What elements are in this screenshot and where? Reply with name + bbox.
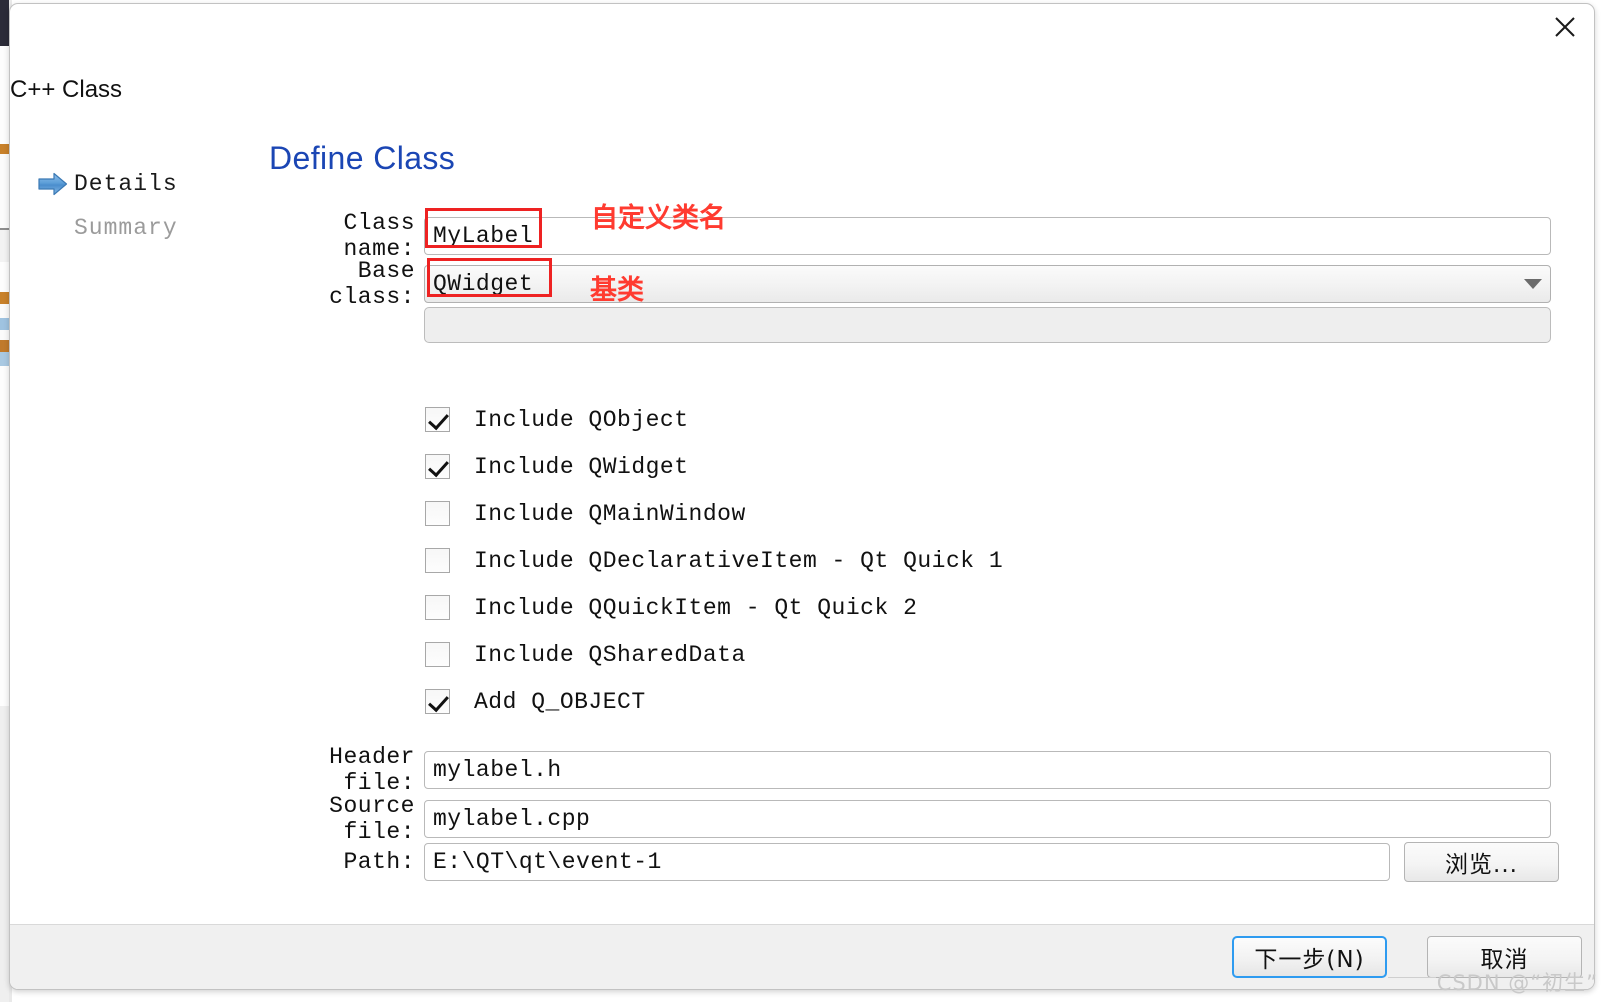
extra-disabled-field <box>424 307 1551 343</box>
checkbox-include-qshareddata[interactable] <box>425 642 450 667</box>
source-file-input[interactable]: mylabel.cpp <box>424 800 1551 838</box>
checkbox-row[interactable]: Add Q_OBJECT <box>425 678 1003 725</box>
bg-chip <box>0 228 9 266</box>
checkbox-include-qquickitem[interactable] <box>425 595 450 620</box>
checkbox-row[interactable]: Include QObject <box>425 396 1003 443</box>
include-options-group: Include QObject Include QWidget Include … <box>425 396 1003 725</box>
bg-chip <box>0 154 9 228</box>
nav-item-label: Details <box>74 171 178 197</box>
bg-chip <box>0 144 9 154</box>
checkbox-row[interactable]: Include QQuickItem - Qt Quick 2 <box>425 584 1003 631</box>
checkbox-include-qwidget[interactable] <box>425 454 450 479</box>
close-button[interactable] <box>1542 6 1588 48</box>
blue-right-arrow-icon <box>38 171 74 197</box>
bg-chip <box>0 330 9 340</box>
checkbox-row[interactable]: Include QDeclarativeItem - Qt Quick 1 <box>425 537 1003 584</box>
bg-chip <box>0 0 9 46</box>
path-label: Path: <box>343 849 415 875</box>
checkbox-row[interactable]: Include QMainWindow <box>425 490 1003 537</box>
checkbox-include-qdeclarativeitem[interactable] <box>425 548 450 573</box>
source-file-label: Source file: <box>329 793 415 845</box>
checkbox-include-qmainwindow[interactable] <box>425 501 450 526</box>
bg-chip <box>0 352 9 366</box>
base-class-label: Base class: <box>329 258 415 310</box>
close-icon <box>1553 15 1577 39</box>
header-file-input[interactable]: mylabel.h <box>424 751 1551 789</box>
next-button[interactable]: 下一步(N) <box>1232 936 1387 978</box>
checkbox-label: Include QMainWindow <box>474 500 746 527</box>
wizard-title: C++ Class <box>10 76 123 103</box>
checkbox-label: Include QQuickItem - Qt Quick 2 <box>474 594 918 621</box>
class-name-row: Class name: MyLabel <box>269 210 1551 262</box>
source-file-row: Source file: mylabel.cpp <box>269 793 1551 845</box>
header-file-label: Header file: <box>329 744 415 796</box>
bg-chip <box>0 706 9 1002</box>
annotation-base-class-note: 基类 <box>590 275 644 306</box>
checkbox-include-qobject[interactable] <box>425 407 450 432</box>
nav-item-summary[interactable]: Summary <box>38 208 238 248</box>
browse-button[interactable]: 浏览... <box>1404 842 1559 882</box>
path-input[interactable]: E:\QT\qt\event-1 <box>424 843 1390 881</box>
checkbox-label: Add Q_OBJECT <box>474 688 646 715</box>
bg-chip <box>0 46 9 144</box>
wizard-nav: Details Summary <box>38 164 238 252</box>
checkbox-label: Include QDeclarativeItem - Qt Quick 1 <box>474 547 1004 574</box>
base-class-row: Base class: QWidget <box>269 258 1551 310</box>
base-class-value: QWidget <box>433 271 534 297</box>
bg-chip <box>0 292 9 304</box>
chevron-down-icon <box>1524 279 1542 289</box>
checkbox-label: Include QObject <box>474 406 689 433</box>
cpp-class-wizard-dialog: C++ Class Details Summary Define Class C… <box>9 3 1595 990</box>
bg-chip <box>0 366 9 706</box>
nav-item-details[interactable]: Details <box>38 164 238 204</box>
checkbox-row[interactable]: Include QSharedData <box>425 631 1003 678</box>
checkbox-label: Include QWidget <box>474 453 689 480</box>
bg-chip <box>0 262 9 292</box>
checkbox-label: Include QSharedData <box>474 641 746 668</box>
checkbox-add-q-object[interactable] <box>425 689 450 714</box>
dialog-footer: 下一步(N) 取消 <box>10 924 1594 989</box>
nav-item-label: Summary <box>74 215 178 241</box>
watermark: CSDN @“初生” <box>1436 971 1598 995</box>
checkbox-row[interactable]: Include QWidget <box>425 443 1003 490</box>
nav-arrow-placeholder <box>38 215 74 241</box>
page-title: Define Class <box>269 140 456 176</box>
bg-chip <box>0 340 9 352</box>
annotation-class-name-note: 自定义类名 <box>591 203 726 234</box>
path-row: Path: E:\QT\qt\event-1 浏览... <box>269 842 1559 882</box>
header-file-row: Header file: mylabel.h <box>269 744 1551 796</box>
class-name-label: Class name: <box>343 210 415 262</box>
watermark-rule <box>1388 977 1436 978</box>
bg-chip <box>0 304 9 318</box>
bg-chip <box>0 318 9 330</box>
